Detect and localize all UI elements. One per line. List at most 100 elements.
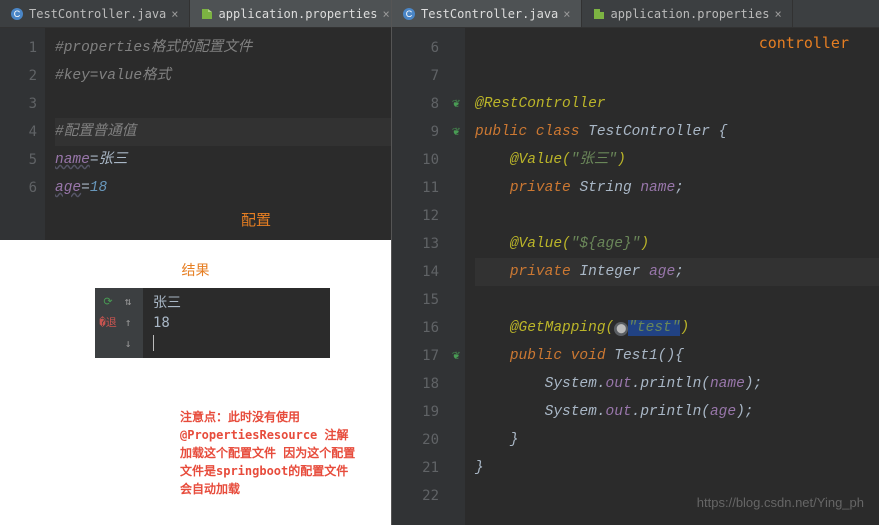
close-icon[interactable]: × <box>171 7 178 21</box>
tab-testcontroller[interactable]: C TestController.java × <box>392 0 582 27</box>
field: age <box>649 264 675 280</box>
method: Test1 <box>614 348 658 364</box>
kw: void <box>571 348 615 364</box>
annotation: @Value( <box>510 152 571 168</box>
svg-text:C: C <box>14 9 21 19</box>
line-num: 12 <box>392 202 439 230</box>
code-area[interactable]: @RestController public class TestControl… <box>465 28 879 525</box>
tab-application-properties[interactable]: application.properties × <box>190 0 401 27</box>
class-icon: C <box>402 7 416 21</box>
field: name <box>710 376 745 392</box>
prop-val: 18 <box>90 180 107 196</box>
console-output: 张三 18 <box>143 288 330 358</box>
kw: public <box>475 124 536 140</box>
line-num: 10 <box>392 146 439 174</box>
type: Integer <box>579 264 649 280</box>
line-gutter: 6 7 8 9 10 11 12 13 14 15 16 17 18 19 20… <box>392 28 447 525</box>
line-num: 16 <box>392 314 439 342</box>
line-num: 3 <box>0 90 37 118</box>
right-panel: C TestController.java × application.prop… <box>391 0 879 525</box>
tab-label: application.properties <box>219 7 378 21</box>
left-tabs: C TestController.java × application.prop… <box>0 0 391 28</box>
props-icon <box>592 7 606 21</box>
brace: { <box>675 348 684 364</box>
line-num: 2 <box>0 62 37 90</box>
line-num: 6 <box>392 34 439 62</box>
leaf-icon: ❦ <box>447 118 465 146</box>
console: ⟳ ⇅ �退 ↑ ↓ 张三 18 <box>95 288 330 358</box>
line-num: 9 <box>392 118 439 146</box>
code-area[interactable]: #properties格式的配置文件 #key=value格式 #配置普通值 n… <box>45 28 391 240</box>
up-icon[interactable]: ↑ <box>119 313 137 331</box>
config-label: 配置 <box>241 209 271 230</box>
output-line: 张三 <box>153 293 320 313</box>
left-editor[interactable]: 1 2 3 4 5 6 #properties格式的配置文件 #key=valu… <box>0 28 391 240</box>
line-num: 7 <box>392 62 439 90</box>
exit-icon[interactable]: �退 <box>99 313 117 331</box>
tab-label: TestController.java <box>421 7 558 21</box>
prop-key: age <box>55 180 81 196</box>
watermark: https://blog.csdn.net/Ying_ph <box>697 495 864 510</box>
code: .println( <box>632 404 710 420</box>
annotation: ) <box>680 320 689 336</box>
caret <box>153 335 154 351</box>
down-icon[interactable]: ↓ <box>119 335 137 353</box>
comment: #properties格式的配置文件 <box>55 40 252 56</box>
code: System. <box>545 376 606 392</box>
tab-application-properties[interactable]: application.properties × <box>582 0 793 27</box>
white-area: 结果 ⟳ ⇅ �退 ↑ ↓ 张三 18 注意点：此时没有使用@Propertie… <box>0 240 391 525</box>
brace: } <box>510 432 519 448</box>
annotation: ) <box>640 236 649 252</box>
annotation: @GetMapping( <box>510 320 614 336</box>
console-toolbar: ⟳ ⇅ �退 ↑ ↓ <box>95 288 143 358</box>
tab-label: application.properties <box>611 7 770 21</box>
field: out <box>606 404 632 420</box>
close-icon[interactable]: × <box>563 7 570 21</box>
line-num: 1 <box>0 34 37 62</box>
line-gutter: 1 2 3 4 5 6 <box>0 28 45 240</box>
output-line: 18 <box>153 313 320 333</box>
field: out <box>606 376 632 392</box>
paren: () <box>658 348 675 364</box>
line-num: 21 <box>392 454 439 482</box>
annotation: ) <box>617 152 626 168</box>
line-num: 22 <box>392 482 439 510</box>
semi: ; <box>675 264 684 280</box>
right-editor[interactable]: 6 7 8 9 10 11 12 13 14 15 16 17 18 19 20… <box>392 28 879 525</box>
line-num: 17 <box>392 342 439 370</box>
line-num: 13 <box>392 230 439 258</box>
string: "test" <box>628 320 680 336</box>
comment: #key=value格式 <box>55 68 171 84</box>
close-icon[interactable]: × <box>382 7 389 21</box>
tab-testcontroller[interactable]: C TestController.java × <box>0 0 190 27</box>
line-num: 4 <box>0 118 37 146</box>
leaf-icon: ❦ <box>447 90 465 118</box>
equals: = <box>81 180 90 196</box>
line-num: 14 <box>392 258 439 286</box>
code: ); <box>745 376 762 392</box>
line-num: 19 <box>392 398 439 426</box>
field: age <box>710 404 736 420</box>
string: "张三" <box>571 152 617 168</box>
line-num: 5 <box>0 146 37 174</box>
semi: ; <box>675 180 684 196</box>
comment: #配置普通值 <box>55 124 136 140</box>
brace: } <box>475 460 484 476</box>
url-icon[interactable]: ⬤ <box>614 322 628 336</box>
field: name <box>640 180 675 196</box>
annotation: @RestController <box>475 96 606 112</box>
blank-icon <box>99 335 117 353</box>
note-text: 注意点：此时没有使用@PropertiesResource 注解加载这个配置文件… <box>180 408 360 498</box>
type: String <box>579 180 640 196</box>
annotation: @Value( <box>510 236 571 252</box>
rerun-icon[interactable]: ⟳ <box>99 292 117 310</box>
left-panel: C TestController.java × application.prop… <box>0 0 391 525</box>
sort-icon[interactable]: ⇅ <box>119 292 137 310</box>
tab-label: TestController.java <box>29 7 166 21</box>
close-icon[interactable]: × <box>774 7 781 21</box>
line-num: 15 <box>392 286 439 314</box>
line-num: 11 <box>392 174 439 202</box>
code: System. <box>545 404 606 420</box>
marker-gutter: ❦ ❦ ❦ <box>447 28 465 525</box>
string: "${age}" <box>571 236 641 252</box>
